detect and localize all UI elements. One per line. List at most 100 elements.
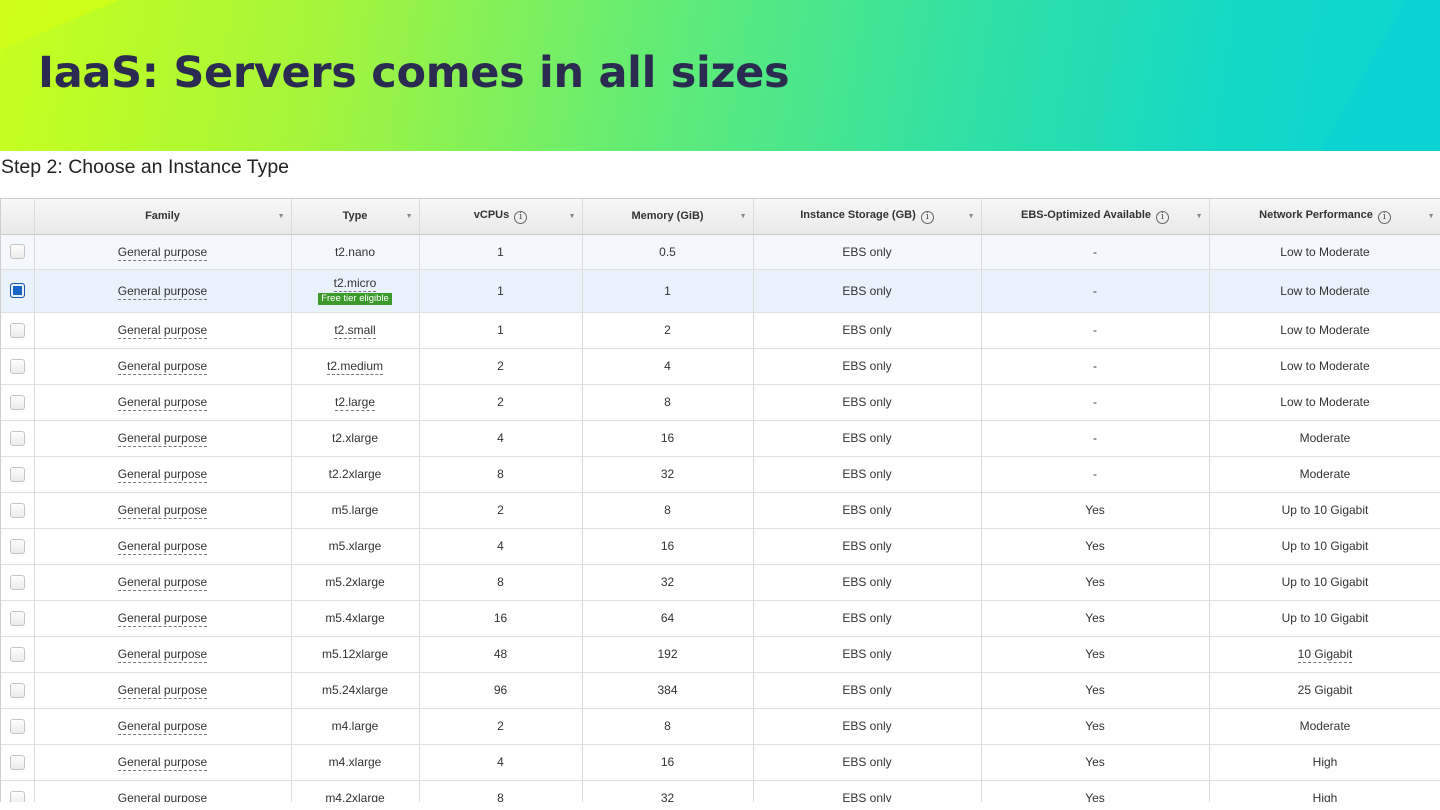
- sort-caret-icon[interactable]: ▼: [968, 213, 975, 220]
- header-network-performance[interactable]: Network Performance i ▼: [1209, 199, 1440, 235]
- row-select-checkbox[interactable]: [9, 394, 25, 410]
- cell-vcpus: 4: [419, 528, 583, 565]
- header-memory[interactable]: Memory (GiB) ▼: [582, 199, 754, 235]
- cell-vcpus: 2: [419, 492, 583, 529]
- row-select-checkbox[interactable]: [9, 430, 25, 446]
- row-select-checkbox[interactable]: [9, 283, 25, 299]
- table-row[interactable]: General purpose m5.2xlarge 8 32 EBS only Yes U…: [1, 564, 1440, 601]
- row-select-checkbox[interactable]: [9, 754, 25, 770]
- table-row[interactable]: General purpose t2.2xlarge 8 32 EBS only - Mod…: [1, 456, 1440, 493]
- table-row[interactable]: General purpose t2.small 1 2 EBS only - Low to…: [1, 312, 1440, 349]
- header-vcpus-label: vCPUs: [473, 208, 510, 221]
- type-value: m5.xlarge: [328, 539, 382, 553]
- cell-vcpus: 2: [419, 348, 583, 385]
- cell-vcpus: 1: [419, 312, 583, 349]
- network-performance-value: Moderate: [1299, 431, 1351, 445]
- header-family[interactable]: Family ▼: [34, 199, 292, 235]
- instance-type-table-body: General purpose t2.nano 1 0.5 EBS only - Low t…: [1, 234, 1440, 802]
- header-type-label: Type: [342, 210, 368, 223]
- network-performance-value: Low to Moderate: [1280, 283, 1370, 298]
- family-value: General purpose: [117, 791, 208, 802]
- network-performance-value: Up to 10 Gigabit: [1281, 539, 1369, 553]
- sort-caret-icon[interactable]: ▼: [406, 213, 413, 220]
- table-header-row: Family ▼ Type ▼ vCPUs i ▼ Memory (GiB) ▼ Inst…: [1, 199, 1440, 235]
- cell-family: General purpose: [34, 600, 292, 637]
- cell-network-performance: Up to 10 Gigabit: [1209, 564, 1440, 601]
- table-row[interactable]: General purpose t2.medium 2 4 EBS only - Low t…: [1, 348, 1440, 385]
- cell-memory: 32: [582, 780, 754, 802]
- type-value: t2.small: [334, 323, 376, 339]
- cell-instance-storage: EBS only: [753, 636, 982, 673]
- sort-caret-icon[interactable]: ▼: [278, 213, 285, 220]
- cell-vcpus: 2: [419, 708, 583, 745]
- table-row[interactable]: General purpose t2.xlarge 4 16 EBS only - Mode…: [1, 420, 1440, 457]
- row-select-checkbox[interactable]: [9, 466, 25, 482]
- vcpus-value: 48: [493, 647, 508, 661]
- family-value: General purpose: [117, 539, 208, 555]
- info-icon[interactable]: i: [1377, 210, 1391, 224]
- row-select-checkbox[interactable]: [9, 322, 25, 338]
- cell-family: General purpose: [34, 234, 292, 270]
- cell-ebs-optimized: -: [981, 269, 1210, 313]
- header-ebs-optimized[interactable]: EBS-Optimized Available i ▼: [981, 199, 1210, 235]
- network-performance-value: Low to Moderate: [1280, 244, 1370, 259]
- cell-network-performance: Moderate: [1209, 420, 1440, 457]
- cell-type: m5.12xlarge: [291, 636, 420, 673]
- row-select-checkbox[interactable]: [9, 538, 25, 554]
- type-value: m5.2xlarge: [325, 575, 385, 589]
- row-select-checkbox[interactable]: [9, 682, 25, 698]
- cell-instance-storage: EBS only: [753, 456, 982, 493]
- header-type[interactable]: Type ▼: [291, 199, 420, 235]
- info-icon[interactable]: i: [514, 210, 528, 224]
- sort-caret-icon[interactable]: ▼: [569, 213, 576, 220]
- cell-network-performance: Low to Moderate: [1209, 269, 1440, 313]
- table-row[interactable]: General purpose t2.nano 1 0.5 EBS only - Low t…: [1, 234, 1440, 270]
- table-row[interactable]: General purpose m4.2xlarge 8 32 EBS only Yes H…: [1, 780, 1440, 802]
- cell-type: t2.small: [291, 312, 420, 349]
- network-performance-value: 25 Gigabit: [1297, 683, 1353, 697]
- cell-instance-storage: EBS only: [753, 312, 982, 349]
- row-select-checkbox[interactable]: [9, 502, 25, 518]
- cell-type: t2.medium: [291, 348, 420, 385]
- vcpus-value: 4: [497, 539, 504, 553]
- memory-value: 4: [664, 359, 671, 373]
- cell-ebs-optimized: -: [981, 234, 1210, 270]
- table-row[interactable]: General purpose m5.xlarge 4 16 EBS only Yes Up…: [1, 528, 1440, 565]
- cell-type: m4.xlarge: [291, 744, 420, 781]
- table-row[interactable]: General purpose m4.xlarge 4 16 EBS only Yes Hi…: [1, 744, 1440, 781]
- table-row[interactable]: General purpose m5.12xlarge 48 192 EBS only Y…: [1, 636, 1440, 673]
- table-row[interactable]: General purpose m4.large 2 8 EBS only Yes Mode…: [1, 708, 1440, 745]
- cell-family: General purpose: [34, 564, 292, 601]
- table-row[interactable]: General purpose m5.24xlarge 96 384 EBS only Y…: [1, 672, 1440, 709]
- network-performance-value: Up to 10 Gigabit: [1281, 503, 1369, 517]
- info-icon[interactable]: i: [920, 210, 934, 224]
- row-select-checkbox[interactable]: [9, 790, 25, 802]
- table-row[interactable]: General purpose t2.large 2 8 EBS only - Low to…: [1, 384, 1440, 421]
- cell-select: [1, 348, 35, 385]
- row-select-checkbox[interactable]: [9, 610, 25, 626]
- row-select-checkbox[interactable]: [9, 718, 25, 734]
- header-instance-storage[interactable]: Instance Storage (GB) i ▼: [753, 199, 982, 235]
- header-vcpus[interactable]: vCPUs i ▼: [419, 199, 583, 235]
- table-row[interactable]: General purpose t2.micro Free tier eligibl…: [1, 269, 1440, 313]
- sort-caret-icon[interactable]: ▼: [740, 213, 747, 220]
- family-value: General purpose: [117, 755, 208, 771]
- info-icon[interactable]: i: [1156, 210, 1169, 224]
- sort-caret-icon[interactable]: ▼: [1196, 213, 1203, 220]
- instance-storage-value: EBS only: [842, 611, 892, 625]
- memory-value: 8: [664, 719, 671, 733]
- table-row[interactable]: General purpose m5.large 2 8 EBS only Yes Up t…: [1, 492, 1440, 529]
- sort-caret-icon[interactable]: ▼: [1428, 213, 1435, 220]
- cell-ebs-optimized: Yes: [981, 636, 1210, 673]
- type-value: m4.xlarge: [328, 755, 382, 769]
- row-select-checkbox[interactable]: [9, 574, 25, 590]
- network-performance-value: Up to 10 Gigabit: [1281, 575, 1369, 589]
- row-select-checkbox[interactable]: [9, 244, 25, 260]
- row-select-checkbox[interactable]: [9, 358, 25, 374]
- slide-title: IaaS: Servers comes in all sizes: [38, 48, 790, 98]
- ebs-optimized-value: -: [1093, 395, 1097, 409]
- cell-memory: 32: [582, 456, 754, 493]
- table-row[interactable]: General purpose m5.4xlarge 16 64 EBS only Yes…: [1, 600, 1440, 637]
- cell-ebs-optimized: -: [981, 348, 1210, 385]
- row-select-checkbox[interactable]: [9, 646, 25, 662]
